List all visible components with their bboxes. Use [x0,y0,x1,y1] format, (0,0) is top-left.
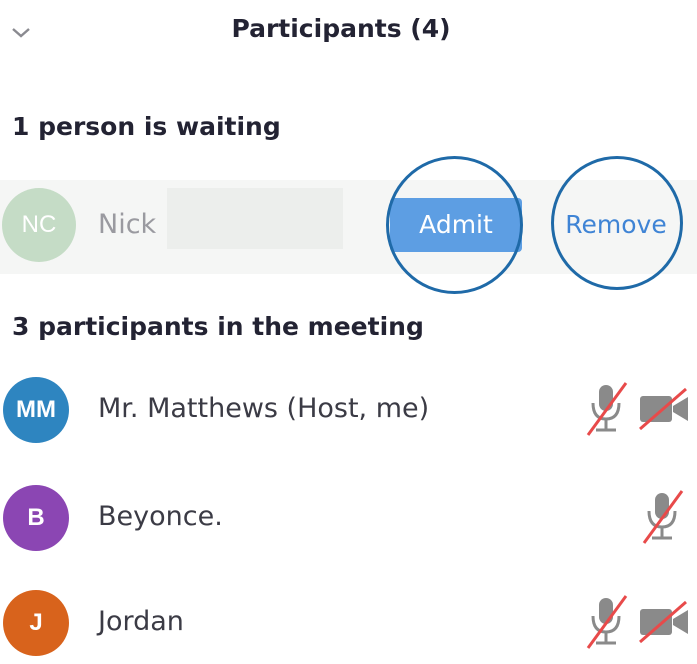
avatar: B [3,485,69,551]
video-off-icon[interactable] [636,385,692,433]
participant-row[interactable]: J Jordan [0,584,697,664]
participant-name: Jordan [98,606,184,637]
microphone-muted-icon[interactable] [640,487,686,547]
participant-name: Beyonce. [98,501,223,532]
panel-title: Participants (4) [231,14,451,43]
microphone-muted-icon[interactable] [584,379,630,439]
avatar: J [3,590,69,656]
avatar: NC [2,188,76,262]
waiting-room-heading: 1 person is waiting [12,112,281,141]
avatar: MM [3,377,69,443]
participant-row[interactable]: MM Mr. Matthews (Host, me) [0,371,697,451]
waiting-participant-name: Nick [98,209,157,240]
participants-header: Participants (4) [0,0,697,64]
participant-name: Mr. Matthews (Host, me) [98,393,430,424]
admit-button[interactable]: Admit [390,198,522,252]
participant-row[interactable]: B Beyonce. [0,479,697,559]
remove-button[interactable]: Remove [556,198,676,252]
meeting-participants-heading: 3 participants in the meeting [12,312,424,341]
video-off-icon[interactable] [636,598,692,646]
redacted-name-block [167,188,343,249]
microphone-muted-icon[interactable] [584,592,630,652]
